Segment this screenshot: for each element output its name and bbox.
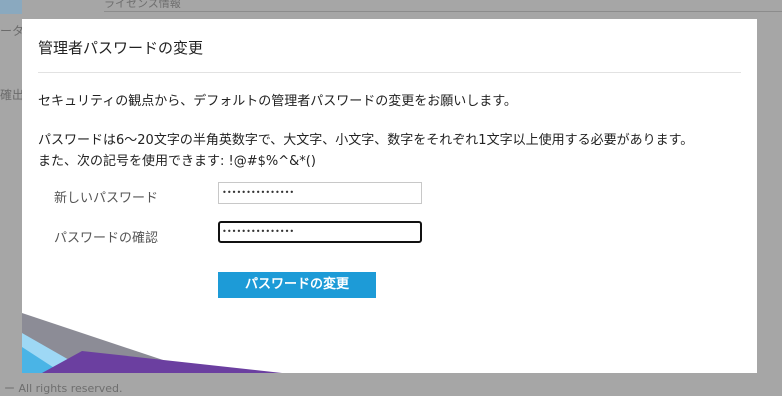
password-rule-text: パスワードは6〜20文字の半角英数字で、大文字、小文字、数字をそれぞれ1文字以上… [38,133,694,148]
new-password-label: 新しいパスワード [54,191,159,206]
change-password-dialog: 管理者パスワードの変更 セキュリティの観点から、デフォルトの管理者パスワードの変… [22,19,757,373]
background-left-text: 確出 [0,88,22,102]
intro-text: セキュリティの観点から、デフォルトの管理者パスワードの変更をお願いします。 [38,94,517,109]
new-password-input[interactable]: ••••••••••••••• [218,182,422,204]
dialog-title: 管理者パスワードの変更 [38,39,204,57]
confirm-password-input[interactable]: ••••••••••••••• [218,221,422,243]
background-sidebar-item [0,0,22,14]
background-tab: ライセンス情報 [104,0,181,8]
dialog-divider [38,72,741,73]
change-password-button[interactable]: パスワードの変更 [218,272,376,298]
decorative-corner-graphic [22,313,282,373]
background-footer: ー All rights reserved. [4,382,123,395]
confirm-password-label: パスワードの確認 [54,231,159,246]
background-left-text: ータ [0,24,22,38]
allowed-symbols-text: また、次の記号を使用できます: !@#$%^&*() [38,154,316,169]
background-tab-underline [104,11,782,12]
deco-purple-shape [42,351,282,373]
